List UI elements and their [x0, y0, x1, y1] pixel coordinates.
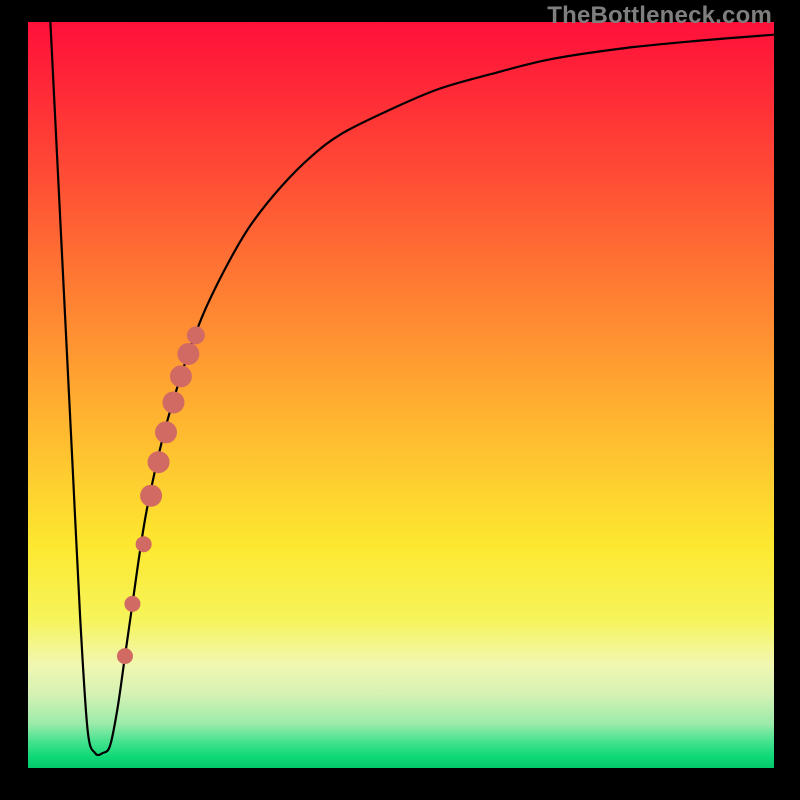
data-point	[124, 596, 140, 612]
data-point	[140, 485, 162, 507]
watermark-text: TheBottleneck.com	[547, 2, 772, 30]
chart-svg	[28, 22, 774, 768]
data-point	[162, 391, 184, 413]
data-point	[148, 451, 170, 473]
data-point	[136, 536, 152, 552]
data-point	[155, 421, 177, 443]
data-point	[177, 343, 199, 365]
data-point	[187, 326, 205, 344]
gradient-background	[28, 22, 774, 768]
outer-frame: TheBottleneck.com	[0, 0, 800, 800]
data-point	[170, 365, 192, 387]
data-point	[117, 648, 133, 664]
plot-area	[28, 22, 774, 768]
